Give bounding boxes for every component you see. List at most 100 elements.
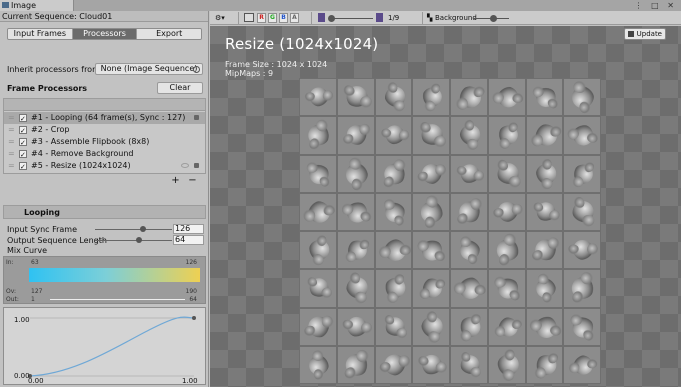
channel-a-toggle[interactable]: A <box>290 13 299 23</box>
curve-key-end[interactable] <box>192 316 196 320</box>
out-label: Out: <box>6 296 19 303</box>
cloud-sprite <box>343 121 371 149</box>
clear-button[interactable]: Clear <box>157 82 203 94</box>
object-picker-icon[interactable] <box>193 66 200 73</box>
cloud-sprite <box>305 312 333 341</box>
processor-item[interactable]: = #1 - Looping (64 frame(s), Sync : 127) <box>4 112 205 125</box>
update-button-label: Update <box>636 30 662 38</box>
flipbook-frame <box>450 116 488 155</box>
window-controls[interactable]: ⋮ □ ✕ <box>635 0 677 11</box>
output-sequence-length-slider-track[interactable] <box>95 240 172 241</box>
tab-export[interactable]: Export <box>137 29 201 39</box>
flipbook-frame <box>563 192 601 231</box>
flipbook-frame <box>299 345 337 384</box>
cloud-sprite <box>341 82 372 112</box>
flipbook-frame <box>525 269 564 308</box>
image-sequencer-icon <box>2 2 9 8</box>
window-tab-image-sequencer[interactable]: Image Sequencer <box>0 0 74 21</box>
processor-item[interactable]: = #4 - Remove Background <box>4 148 205 161</box>
in-label: In: <box>6 259 14 266</box>
cloud-sprite <box>344 314 369 339</box>
curve-x-min-label: 0.00 <box>28 377 44 385</box>
cloud-sprite <box>381 84 408 110</box>
flipbook-frame <box>412 78 450 117</box>
mix-curve-line <box>29 316 195 377</box>
tab-processors[interactable]: Processors <box>72 29 138 39</box>
flipbook-frame <box>487 307 526 346</box>
flipbook-frame <box>487 192 526 231</box>
processor-item[interactable]: = #3 - Assemble Flipbook (8x8) <box>4 136 205 149</box>
flipbook-frame <box>563 78 601 117</box>
lock-icon[interactable] <box>194 163 199 168</box>
drag-handle-icon[interactable]: = <box>8 124 15 136</box>
processor-enabled-checkbox[interactable] <box>19 137 27 149</box>
cloud-sprite <box>381 198 408 226</box>
flipbook-frame <box>336 269 375 308</box>
flipbook-frame <box>450 307 488 346</box>
frame-slider-track[interactable] <box>329 18 373 19</box>
update-button[interactable]: Update <box>624 28 666 40</box>
background-slider-knob[interactable] <box>489 15 497 22</box>
add-processor-button[interactable]: + <box>167 175 184 187</box>
processor-enabled-checkbox[interactable] <box>19 113 27 125</box>
mix-curve-graph[interactable] <box>4 308 205 384</box>
output-sequence-length-slider-knob[interactable] <box>135 237 142 243</box>
list-add-remove: + − <box>167 175 201 187</box>
texture-preview-viewport[interactable]: Resize (1024x1024) Frame Size : 1024 x 1… <box>210 26 681 387</box>
channel-g-toggle[interactable]: G <box>268 13 277 23</box>
flipbook-frame <box>374 154 413 193</box>
eye-icon[interactable] <box>181 163 189 168</box>
display-mode-icon[interactable] <box>244 13 254 22</box>
input-sync-frame-slider-knob[interactable] <box>139 226 146 232</box>
mip-small-icon <box>318 13 325 22</box>
flipbook-frame <box>525 116 564 155</box>
flipbook-frame <box>563 269 601 308</box>
looping-header[interactable]: Looping <box>3 205 206 219</box>
channel-b-toggle[interactable]: B <box>279 13 288 23</box>
processor-list-header <box>3 98 206 110</box>
frame-slider-knob[interactable] <box>328 15 336 22</box>
output-sequence-length-field[interactable]: 64 <box>173 235 204 245</box>
inherit-processors-field[interactable]: None (Image Sequence) <box>95 63 203 75</box>
cloud-sprite <box>419 199 445 225</box>
cloud-sprite <box>492 158 523 189</box>
processor-enabled-checkbox[interactable] <box>19 149 27 161</box>
drag-handle-icon[interactable]: = <box>8 160 15 172</box>
flipbook-frame <box>299 192 337 231</box>
flipbook-frame <box>299 307 337 346</box>
settings-dropdown-icon[interactable]: ⚙▾ <box>215 13 225 23</box>
drag-handle-icon[interactable]: = <box>8 136 15 148</box>
processor-enabled-checkbox[interactable] <box>19 161 27 173</box>
processor-item[interactable]: = #2 - Crop <box>4 124 205 137</box>
flipbook-frame <box>374 269 413 308</box>
flipbook-frame <box>336 154 375 193</box>
flipbook-frame <box>374 345 413 384</box>
drag-handle-icon[interactable]: = <box>8 112 15 124</box>
output-sequence-length-row: Output Sequence Length 64 <box>7 235 205 246</box>
flipbook-frame <box>450 78 488 117</box>
flipbook-frame <box>525 192 564 231</box>
flipbook-frame <box>450 345 488 384</box>
flipbook-frame <box>336 78 375 117</box>
processor-item[interactable]: = #5 - Resize (1024x1024) <box>4 160 205 173</box>
input-sync-frame-field[interactable]: 126 <box>173 224 204 234</box>
flipbook-frame <box>336 116 375 155</box>
remove-processor-button[interactable]: − <box>184 175 201 187</box>
drag-handle-icon[interactable]: = <box>8 148 15 160</box>
flipbook-frame <box>336 192 375 231</box>
flipbook-frame <box>525 345 564 384</box>
processor-enabled-checkbox[interactable] <box>19 125 27 137</box>
channel-r-toggle[interactable]: R <box>257 13 266 23</box>
mix-curve-editor[interactable]: 1.00 0.00 0.00 1.00 <box>3 307 206 385</box>
in-start-value: 63 <box>31 259 39 266</box>
lock-icon[interactable] <box>194 115 199 120</box>
input-sync-frame-slider-track[interactable] <box>95 229 172 230</box>
flipbook-frame <box>450 231 488 270</box>
cloud-sprite <box>304 121 334 150</box>
cloud-sprite <box>572 239 594 261</box>
cloud-sprite <box>570 122 596 148</box>
inspector-panel: Current Sequence: Cloud01 Input Frames P… <box>0 11 209 387</box>
cloud-sprite <box>457 237 483 263</box>
tab-input-frames[interactable]: Input Frames <box>8 29 73 39</box>
cloud-sprite <box>308 354 330 375</box>
